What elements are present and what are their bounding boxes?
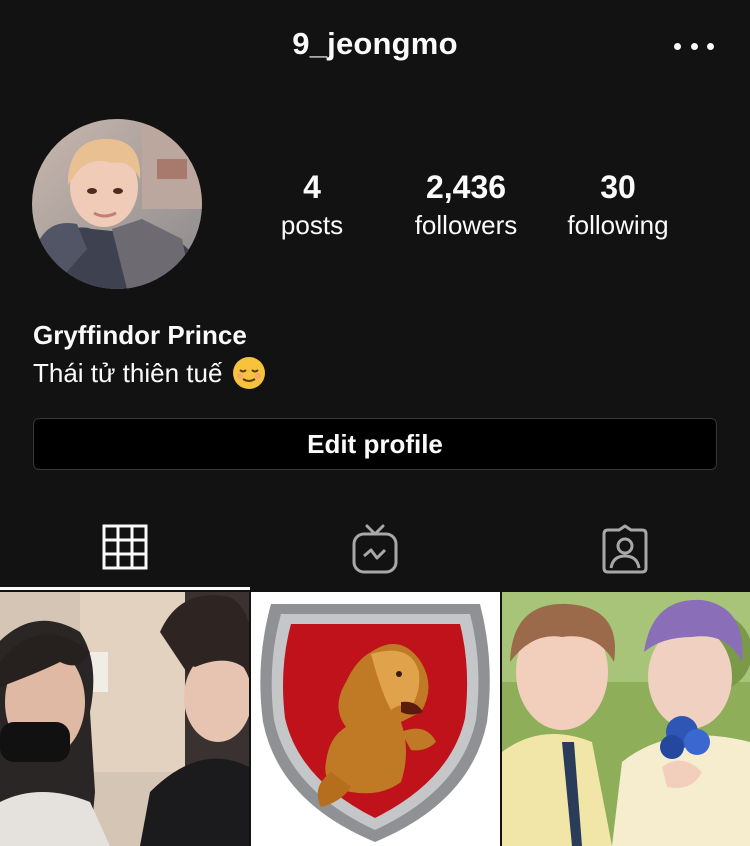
avatar-image [32,119,202,289]
igtv-icon [352,524,398,574]
edit-profile-button[interactable]: Edit profile [33,418,717,470]
post-thumbnail-3[interactable] [502,592,750,846]
more-dot [690,42,698,50]
relieved-face-emoji-icon [232,356,266,390]
post-image-selfie [0,592,249,846]
tab-tagged[interactable] [500,520,750,592]
profile-tabs [0,520,750,592]
profile-username: 9_jeongmo [292,26,458,61]
followers-count[interactable]: 2,436 followers [398,168,534,242]
more-options-icon[interactable] [674,36,714,56]
profile-bio-text: Thái tử thiên tuế [33,357,223,388]
posts-count-label: posts [280,210,344,240]
following-count-label: following [567,210,669,240]
profile-display-name: Gryffindor Prince [33,320,247,350]
followers-count-value: 2,436 [425,169,507,205]
post-image-flower [502,592,750,846]
avatar[interactable] [32,119,202,289]
more-dot [707,42,714,50]
posts-count: 4 posts [252,168,372,242]
active-tab-indicator [0,587,250,590]
gryffindor-crest-icon [251,592,500,846]
tab-igtv[interactable] [250,520,500,592]
posts-count-value: 4 [303,169,321,205]
following-count-value: 30 [600,169,636,205]
tagged-person-icon [602,524,648,574]
more-dot [674,42,681,50]
grid-icon [102,524,148,570]
followers-count-label: followers [414,210,518,240]
profile-bio: Thái tử thiên tuế [33,356,266,390]
following-count[interactable]: 30 following [552,168,684,242]
tab-grid[interactable] [0,520,250,592]
post-thumbnail-2[interactable] [251,592,500,846]
profile-header: 9_jeongmo [0,0,750,92]
post-thumbnail-1[interactable] [0,592,249,846]
posts-grid [0,592,750,846]
